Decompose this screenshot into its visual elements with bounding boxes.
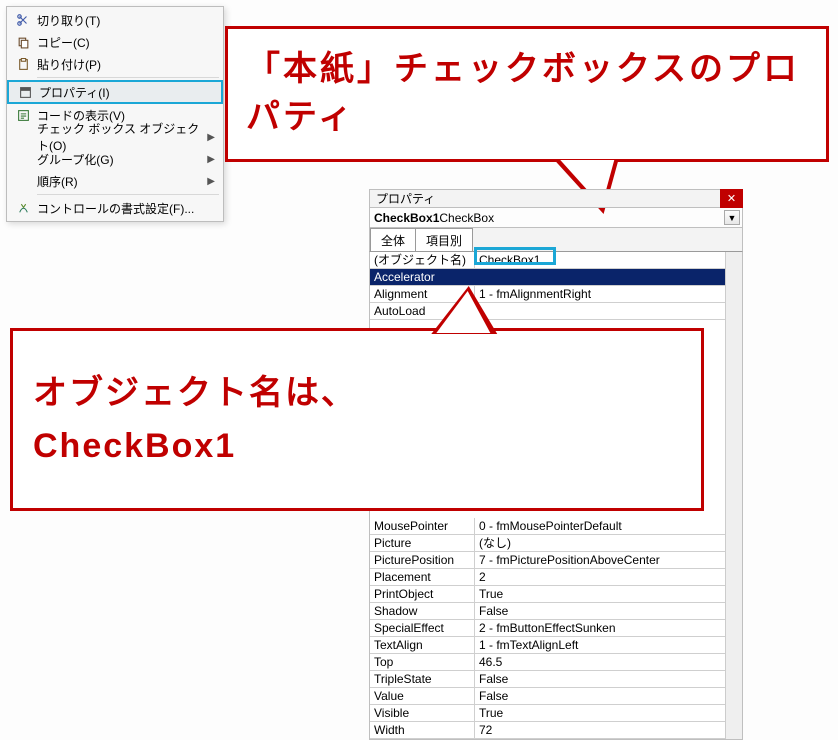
menu-label: プロパティ(I) xyxy=(35,84,213,101)
scissors-icon xyxy=(13,13,33,27)
prop-value[interactable]: 72 xyxy=(475,722,742,738)
prop-key: TextAlign xyxy=(370,637,475,653)
paste-icon xyxy=(13,58,33,71)
prop-key: PrintObject xyxy=(370,586,475,602)
menu-label: グループ化(G) xyxy=(33,151,207,168)
chevron-right-icon: ▶ xyxy=(207,176,215,187)
prop-row-picture[interactable]: Picture (なし) xyxy=(370,535,742,552)
prop-value[interactable]: 2 xyxy=(475,569,742,585)
prop-row-top[interactable]: Top 46.5 xyxy=(370,654,742,671)
tab-all[interactable]: 全体 xyxy=(370,228,416,251)
close-icon: ✕ xyxy=(727,192,736,205)
menu-paste[interactable]: 貼り付け(P) xyxy=(7,53,223,75)
prop-row-alignment[interactable]: Alignment 1 - fmAlignmentRight xyxy=(370,286,742,303)
menu-label: コピー(C) xyxy=(33,34,215,51)
menu-format-control[interactable]: コントロールの書式設定(F)... xyxy=(7,197,223,219)
annotation-callout-properties: 「本紙」チェックボックスのプロパティ xyxy=(225,26,829,162)
prop-row-value[interactable]: Value False xyxy=(370,688,742,705)
prop-key: Value xyxy=(370,688,475,704)
window-title: プロパティ xyxy=(376,190,435,207)
prop-value[interactable] xyxy=(475,269,742,285)
prop-key: Picture xyxy=(370,535,475,551)
prop-row-visible[interactable]: Visible True xyxy=(370,705,742,722)
chevron-down-icon: ▼ xyxy=(728,213,737,223)
properties-tabs: 全体 項目別 xyxy=(369,228,743,251)
prop-key: TripleState xyxy=(370,671,475,687)
copy-icon xyxy=(13,36,33,49)
prop-value[interactable]: CheckBox1 xyxy=(475,252,742,268)
prop-value[interactable]: 0 - fmMousePointerDefault xyxy=(475,518,742,534)
prop-value[interactable]: 7 - fmPicturePositionAboveCenter xyxy=(475,552,742,568)
menu-label: 順序(R) xyxy=(33,173,207,190)
prop-row-placement[interactable]: Placement 2 xyxy=(370,569,742,586)
prop-key: Placement xyxy=(370,569,475,585)
prop-value[interactable]: False xyxy=(475,603,742,619)
prop-row-object-name[interactable]: (オブジェクト名) CheckBox1 xyxy=(370,252,742,269)
properties-titlebar[interactable]: プロパティ ✕ xyxy=(369,189,743,208)
prop-value[interactable]: True xyxy=(475,705,742,721)
object-name-bold: CheckBox1 xyxy=(374,211,439,225)
prop-key: SpecialEffect xyxy=(370,620,475,636)
prop-value[interactable]: 1 - fmTextAlignLeft xyxy=(475,637,742,653)
prop-row-accelerator[interactable]: Accelerator xyxy=(370,269,742,286)
prop-row-triplestate[interactable]: TripleState False xyxy=(370,671,742,688)
object-type: CheckBox xyxy=(439,211,494,225)
prop-value[interactable]: 2 - fmButtonEffectSunken xyxy=(475,620,742,636)
prop-value[interactable]: 46.5 xyxy=(475,654,742,670)
prop-row-pictureposition[interactable]: PicturePosition 7 - fmPicturePositionAbo… xyxy=(370,552,742,569)
annotation-text: オブジェクト名は、 CheckBox1 xyxy=(33,367,357,472)
prop-key: MousePointer xyxy=(370,518,475,534)
dropdown-button[interactable]: ▼ xyxy=(724,210,740,225)
close-button[interactable]: ✕ xyxy=(720,189,743,208)
menu-copy[interactable]: コピー(C) xyxy=(7,31,223,53)
prop-row-width[interactable]: Width 72 xyxy=(370,722,742,739)
properties-icon xyxy=(15,86,35,99)
menu-separator xyxy=(37,194,219,195)
annotation-text: 「本紙」チェックボックスのプロパティ xyxy=(246,46,808,141)
scrollbar[interactable] xyxy=(725,252,742,739)
menu-label: 切り取り(T) xyxy=(33,12,215,29)
code-icon xyxy=(13,109,33,122)
prop-key: (オブジェクト名) xyxy=(370,252,475,268)
menu-cut[interactable]: 切り取り(T) xyxy=(7,9,223,31)
prop-value[interactable]: (なし) xyxy=(475,535,742,551)
menu-properties[interactable]: プロパティ(I) xyxy=(7,80,223,104)
chevron-right-icon: ▶ xyxy=(207,132,215,143)
menu-label: 貼り付け(P) xyxy=(33,56,215,73)
chevron-right-icon: ▶ xyxy=(207,154,215,165)
context-menu: 切り取り(T) コピー(C) 貼り付け(P) プロパティ(I) コードの表示(V… xyxy=(6,6,224,222)
prop-key: Visible xyxy=(370,705,475,721)
annotation-callout-objectname: オブジェクト名は、 CheckBox1 xyxy=(10,328,704,511)
prop-row-autoload[interactable]: AutoLoad xyxy=(370,303,742,320)
prop-row-textalign[interactable]: TextAlign 1 - fmTextAlignLeft xyxy=(370,637,742,654)
prop-value[interactable]: False xyxy=(475,688,742,704)
prop-row-shadow[interactable]: Shadow False xyxy=(370,603,742,620)
menu-separator xyxy=(37,77,219,78)
prop-value[interactable]: False xyxy=(475,671,742,687)
prop-value[interactable]: True xyxy=(475,586,742,602)
prop-row-mousepointer[interactable]: MousePointer 0 - fmMousePointerDefault xyxy=(370,518,742,535)
prop-key: Shadow xyxy=(370,603,475,619)
prop-key: PicturePosition xyxy=(370,552,475,568)
menu-label: コントロールの書式設定(F)... xyxy=(33,200,215,217)
prop-value[interactable] xyxy=(475,303,742,319)
format-icon xyxy=(13,202,33,215)
menu-order[interactable]: 順序(R) ▶ xyxy=(7,170,223,192)
prop-row-printobject[interactable]: PrintObject True xyxy=(370,586,742,603)
prop-key: Accelerator xyxy=(370,269,475,285)
tab-by-category[interactable]: 項目別 xyxy=(415,228,473,251)
menu-group[interactable]: グループ化(G) ▶ xyxy=(7,148,223,170)
prop-key: Top xyxy=(370,654,475,670)
prop-key: Width xyxy=(370,722,475,738)
prop-value[interactable]: 1 - fmAlignmentRight xyxy=(475,286,742,302)
menu-checkbox-object[interactable]: チェック ボックス オブジェクト(O) ▶ xyxy=(7,126,223,148)
object-selector[interactable]: CheckBox1 CheckBox ▼ xyxy=(369,208,743,228)
prop-row-specialeffect[interactable]: SpecialEffect 2 - fmButtonEffectSunken xyxy=(370,620,742,637)
